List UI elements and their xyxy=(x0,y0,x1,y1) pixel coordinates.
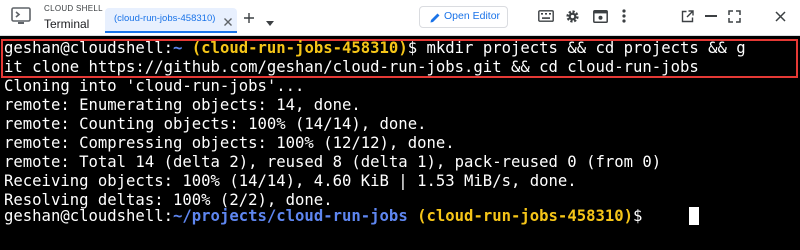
terminal-output[interactable]: geshan@cloudshell:~ (cloud-run-jobs-4583… xyxy=(0,36,800,250)
terminal-cursor xyxy=(689,207,699,225)
maximize-icon[interactable] xyxy=(725,7,743,25)
command-line-2: it clone https://github.com/geshan/cloud… xyxy=(4,58,699,76)
gear-icon[interactable] xyxy=(563,7,581,25)
tab-label: (cloud-run-jobs-458310) xyxy=(114,13,216,24)
output-line: Receiving objects: 100% (14/14), 4.60 Ki… xyxy=(4,172,577,190)
web-preview-icon[interactable] xyxy=(591,7,609,25)
prompt-user-host: geshan@cloudshell xyxy=(4,39,164,57)
tab-cloud-run-jobs[interactable]: (cloud-run-jobs-458310) xyxy=(105,8,237,33)
command-line-1: geshan@cloudshell:~ (cloud-run-jobs-4583… xyxy=(4,39,746,58)
prompt-path: ~ xyxy=(173,39,183,57)
more-vert-icon[interactable] xyxy=(615,7,633,25)
output-line: Cloning into 'cloud-run-jobs'... xyxy=(4,77,305,95)
app-meta: CLOUD SHELL Terminal xyxy=(44,4,103,32)
open-in-new-icon[interactable] xyxy=(678,7,696,25)
close-icon[interactable] xyxy=(223,14,233,26)
current-prompt: geshan@cloudshell:~/projects/cloud-run-j… xyxy=(4,207,652,226)
output-line: remote: Total 14 (delta 2), reused 8 (de… xyxy=(4,153,662,171)
prompt-dollar: $ xyxy=(407,39,418,57)
app-name: CLOUD SHELL xyxy=(44,4,103,13)
prompt-project: (cloud-run-jobs-458310) xyxy=(417,207,634,225)
minimize-icon[interactable] xyxy=(702,7,720,25)
output-line: remote: Compressing objects: 100% (12/12… xyxy=(4,134,455,152)
command-text: mkdir projects && cd projects && g xyxy=(417,39,746,57)
prompt-sep: : xyxy=(163,207,173,225)
prompt-path: ~/projects/cloud-run-jobs xyxy=(173,207,408,225)
chevron-down-icon[interactable] xyxy=(266,14,274,26)
open-editor-button[interactable]: Open Editor xyxy=(419,6,508,28)
cloud-shell-icon xyxy=(11,6,31,26)
prompt-project: (cloud-run-jobs-458310) xyxy=(191,39,408,57)
app-title: Terminal xyxy=(44,17,90,31)
keyboard-icon[interactable] xyxy=(537,7,555,25)
close-icon[interactable] xyxy=(771,7,789,25)
open-editor-label: Open Editor xyxy=(444,10,501,22)
prompt-user-host: geshan@cloudshell xyxy=(4,207,164,225)
add-tab-icon[interactable] xyxy=(243,11,255,23)
prompt-sep: : xyxy=(163,39,173,57)
pencil-icon xyxy=(429,11,441,23)
cloud-shell-header: CLOUD SHELL Terminal (cloud-run-jobs-458… xyxy=(0,0,800,36)
output-line: remote: Enumerating objects: 14, done. xyxy=(4,96,361,114)
output-line: remote: Counting objects: 100% (14/14), … xyxy=(4,115,427,133)
